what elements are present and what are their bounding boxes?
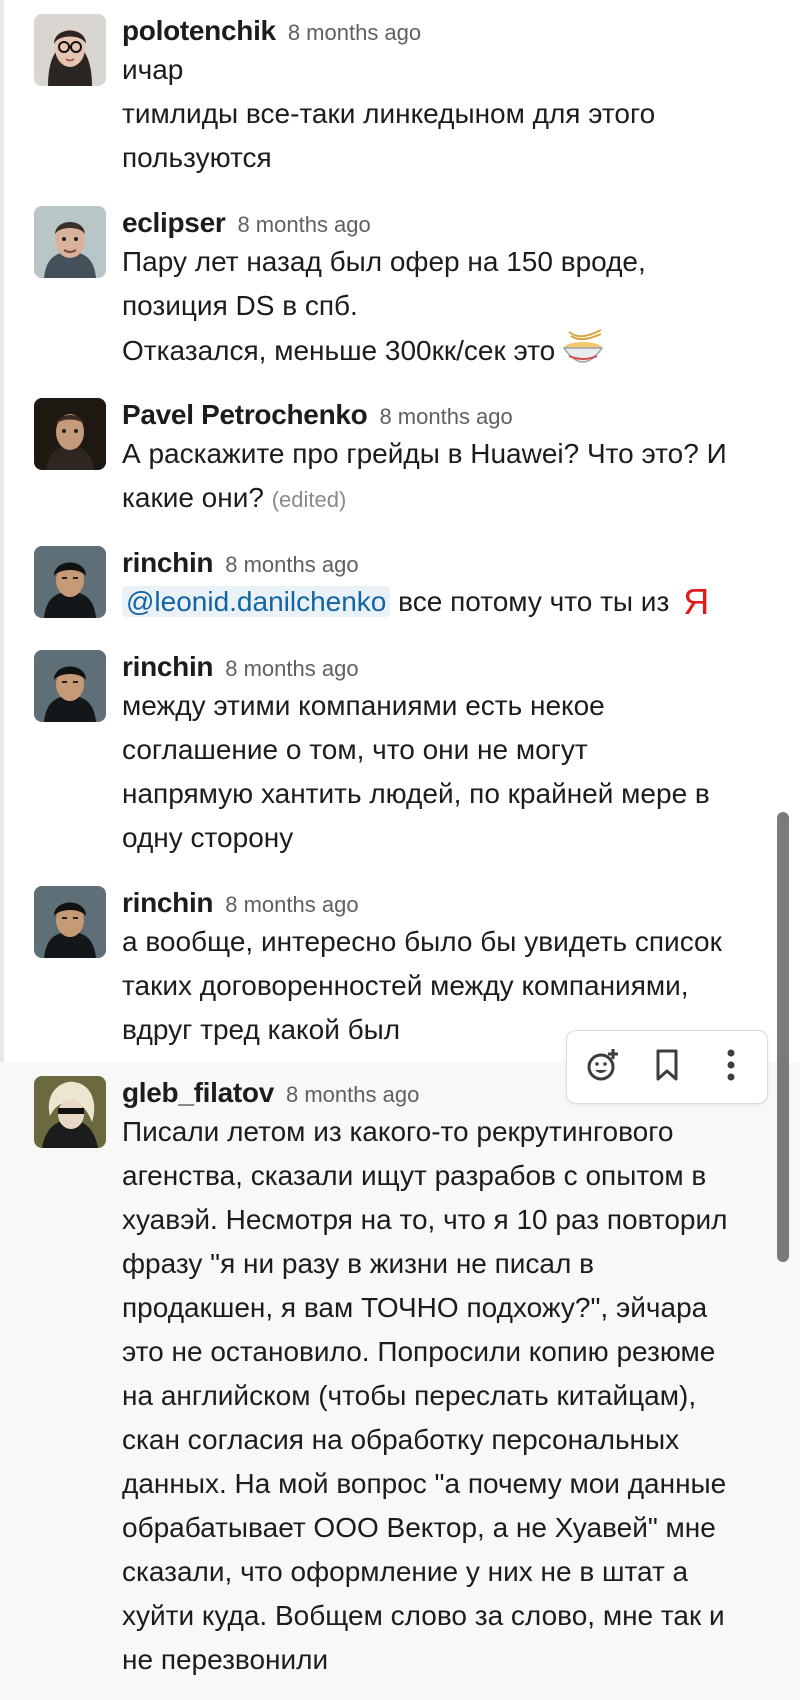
message-text-line: пользуются xyxy=(122,142,272,173)
timestamp[interactable]: 8 months ago xyxy=(225,552,358,577)
timestamp[interactable]: 8 months ago xyxy=(286,1082,419,1107)
message-text-line: тимлиды все-таки линкедыном для этого xyxy=(122,98,656,129)
user-mention-link[interactable]: @leonid.danilchenko xyxy=(122,586,391,617)
message-text-line: хуйти куда. Вобщем слово за слово, мне т… xyxy=(122,1600,725,1631)
add-reaction-button[interactable] xyxy=(581,1045,625,1089)
message-actions-toolbar xyxy=(566,1030,768,1104)
message-text-line: таких договоренностей между компаниями, xyxy=(122,970,689,1001)
message-text-line: Отказался, меньше 300кк/сек это xyxy=(122,328,780,383)
avatar[interactable] xyxy=(34,546,106,618)
save-message-button[interactable] xyxy=(645,1045,689,1089)
message: gleb_filatov 8 months ago Писали летом из… xyxy=(0,1062,800,1700)
timestamp[interactable]: 8 months ago xyxy=(225,892,358,917)
ramen-bowl-icon xyxy=(561,328,605,383)
message-text-line: фразу "я ни разу в жизни не писал в xyxy=(122,1248,594,1279)
message-text-line: не перезвонили xyxy=(122,1644,329,1675)
timestamp[interactable]: 8 months ago xyxy=(225,656,358,681)
edited-label: (edited) xyxy=(271,487,347,512)
author-name[interactable]: rinchin xyxy=(122,651,214,682)
message-text-line: сказали, что оформление у них не в штат … xyxy=(122,1556,689,1587)
message-text-line: какие они? (edited) xyxy=(122,482,347,513)
author-name[interactable]: eclipser xyxy=(122,207,226,238)
author-name[interactable]: gleb_filatov xyxy=(122,1077,274,1108)
message-text-line: позиция DS в спб. xyxy=(122,290,358,321)
avatar[interactable] xyxy=(34,206,106,278)
yandex-logo-icon: Я xyxy=(683,581,710,622)
bookmark-icon xyxy=(653,1048,681,1087)
message-text-line: ичар xyxy=(122,54,184,85)
message-text-line: продакшен, я вам ТОЧНО подхожу?", эйчара xyxy=(122,1292,708,1323)
message-text-line: соглашение о том, что они не могут xyxy=(122,734,588,765)
avatar[interactable] xyxy=(34,398,106,470)
message: eclipser 8 months ago Пару лет назад был … xyxy=(0,190,800,382)
message-text-line: данных. На мой вопрос "а почему мои данн… xyxy=(122,1468,727,1499)
message-text-line: это не остановило. Попросили копию резюм… xyxy=(122,1336,716,1367)
more-actions-button[interactable] xyxy=(709,1045,753,1089)
message: rinchin 8 months ago между этими компания… xyxy=(0,630,800,866)
avatar[interactable] xyxy=(34,650,106,722)
message: Pavel Petrochenko 8 months ago А раскажит… xyxy=(0,382,800,526)
message-text-line: хуавэй. Несмотря на то, что я 10 раз пов… xyxy=(122,1204,728,1235)
scrollbar-thumb[interactable] xyxy=(777,812,789,1262)
author-name[interactable]: rinchin xyxy=(122,887,214,918)
add-reaction-icon xyxy=(585,1047,621,1088)
message-text-line: @leonid.danilchenko все потому что ты из… xyxy=(122,580,780,624)
message-text-line: агенства, сказали ищут разрабов с опытом… xyxy=(122,1160,707,1191)
avatar[interactable] xyxy=(34,886,106,958)
message: polotenchik 8 months ago ичар тимлиды все… xyxy=(0,0,800,190)
timestamp[interactable]: 8 months ago xyxy=(237,212,370,237)
message-text-line: одну сторону xyxy=(122,822,294,853)
message-text-line: а вообще, интересно было бы увидеть спис… xyxy=(122,926,722,957)
message-text-line: Писали летом из какого-то рекрутингового xyxy=(122,1116,674,1147)
author-name[interactable]: polotenchik xyxy=(122,15,276,46)
timestamp[interactable]: 8 months ago xyxy=(288,20,421,45)
message: rinchin 8 months ago @leonid.danilchenko … xyxy=(0,526,800,630)
avatar[interactable] xyxy=(34,14,106,86)
message-text-line: между этими компаниями есть некое xyxy=(122,690,605,721)
message-text-line: скан согласия на обработку персональных xyxy=(122,1424,680,1455)
more-actions-icon xyxy=(726,1048,736,1087)
message-text-line: на английском (чтобы переслать китайцам)… xyxy=(122,1380,697,1411)
message-list: polotenchik 8 months ago ичар тимлиды все… xyxy=(0,0,800,1700)
author-name[interactable]: Pavel Petrochenko xyxy=(122,399,368,430)
message-text-line: Пару лет назад был офер на 150 вроде, xyxy=(122,246,646,277)
message-text-line: А раскажите про грейды в Huawei? Что это… xyxy=(122,438,727,469)
message-text-line: обрабатывает ООО Вектор, а не Хуавей" мн… xyxy=(122,1512,716,1543)
message-text-line: напрямую хантить людей, по крайней мере … xyxy=(122,778,710,809)
author-name[interactable]: rinchin xyxy=(122,547,214,578)
timestamp[interactable]: 8 months ago xyxy=(379,404,512,429)
avatar[interactable] xyxy=(34,1076,106,1148)
